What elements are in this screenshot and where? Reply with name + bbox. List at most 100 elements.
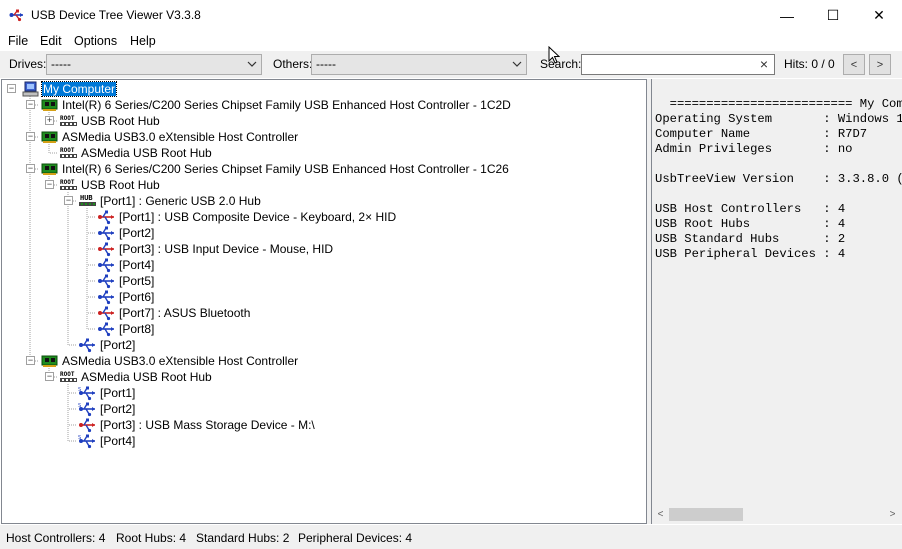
tree-node[interactable]: ROOT USB Root Hub	[59, 177, 161, 193]
tree-node[interactable]: HUB [Port1] : Generic USB 2.0 Hub	[78, 193, 262, 209]
scroll-right-icon[interactable]: >	[884, 507, 901, 522]
tree-node[interactable]: Intel(R) 6 Series/C200 Series Chipset Fa…	[40, 97, 512, 113]
collapse-icon[interactable]: −	[26, 356, 35, 365]
others-value: -----	[316, 57, 336, 71]
tree-node[interactable]: [Port1] : USB Composite Device - Keyboar…	[97, 209, 397, 225]
svg-text:S: S	[78, 435, 81, 441]
collapse-icon[interactable]: −	[45, 180, 54, 189]
svg-text:ROOT: ROOT	[60, 179, 75, 186]
tree-node[interactable]: [Port2]	[78, 337, 136, 353]
device-tree[interactable]: My Computer − Intel(R) 6 Series/C200 Serie…	[1, 79, 647, 524]
tree-node[interactable]: [Port8]	[97, 321, 155, 337]
tree-node[interactable]: S [Port2]	[78, 401, 136, 417]
tree-node[interactable]: [Port3] : USB Mass Storage Device - M:\	[78, 417, 316, 433]
tree-node[interactable]: ROOT USB Root Hub	[59, 113, 161, 129]
collapse-icon[interactable]: −	[26, 100, 35, 109]
collapse-icon[interactable]: −	[64, 196, 73, 205]
mouse-cursor-icon	[548, 46, 560, 64]
maximize-button[interactable]: ☐	[810, 0, 856, 31]
controller-icon	[40, 97, 59, 113]
expand-icon[interactable]: +	[45, 116, 54, 125]
tree-node-label: [Port1]	[100, 386, 136, 400]
tree-node-label: [Port5]	[119, 274, 155, 288]
usb-port-icon	[97, 273, 116, 289]
tree-node-label: [Port1] : USB Composite Device - Keyboar…	[119, 210, 397, 224]
collapse-icon[interactable]: −	[7, 84, 16, 93]
drives-label: Drives:	[9, 57, 47, 71]
usb3-port-icon: S	[78, 401, 97, 417]
tree-node-label: [Port4]	[119, 258, 155, 272]
chevron-down-icon	[247, 61, 257, 67]
tree-node[interactable]: ASMedia USB3.0 eXtensible Host Controlle…	[40, 353, 299, 369]
tree-node[interactable]: [Port3] : USB Input Device - Mouse, HID	[97, 241, 334, 257]
tree-node[interactable]: [Port7] : ASUS Bluetooth	[97, 305, 251, 321]
menu-edit[interactable]: Edit	[40, 34, 62, 48]
tree-node[interactable]: ASMedia USB3.0 eXtensible Host Controlle…	[40, 129, 299, 145]
tree-node-label: USB Root Hub	[81, 178, 160, 192]
drives-value: -----	[51, 57, 71, 71]
menu-file[interactable]: File	[8, 34, 28, 48]
details-text: ========================= My ComputerOpe…	[655, 97, 902, 262]
usb-app-icon	[9, 9, 23, 22]
root-hub-icon: ROOT	[59, 145, 78, 161]
collapse-icon[interactable]: −	[45, 372, 54, 381]
status-root-hubs: Root Hubs: 4	[116, 531, 187, 545]
controller-icon	[40, 161, 59, 177]
chevron-left-icon: <	[850, 58, 858, 71]
clear-search-icon[interactable]: ×	[757, 57, 771, 71]
tree-node-label: [Port1] : Generic USB 2.0 Hub	[100, 194, 261, 208]
scrollbar-thumb[interactable]	[669, 508, 743, 521]
previous-hit-button[interactable]: <	[843, 54, 865, 75]
tree-node[interactable]: [Port4]	[97, 257, 155, 273]
tree-node[interactable]: [Port6]	[97, 289, 155, 305]
details-line: USB Host Controllers : 4	[655, 202, 846, 216]
chevron-down-icon	[512, 61, 522, 67]
status-bar: Host Controllers: 4 Root Hubs: 4 Standar…	[0, 525, 902, 549]
menu-options[interactable]: Options	[74, 34, 117, 48]
close-button[interactable]: ✕	[856, 0, 902, 31]
scroll-left-icon[interactable]: <	[652, 507, 669, 522]
menu-bar: File Edit Options Help	[0, 31, 902, 51]
details-line: USB Standard Hubs : 2	[655, 232, 846, 246]
minimize-icon: —	[780, 7, 794, 24]
tree-node[interactable]: [Port2]	[97, 225, 155, 241]
controller-icon	[40, 353, 59, 369]
menu-help[interactable]: Help	[130, 34, 156, 48]
drives-dropdown[interactable]: -----	[46, 54, 262, 75]
usb-device-icon	[97, 241, 116, 257]
search-label: Search:	[540, 57, 582, 71]
details-line: USB Peripheral Devices : 4	[655, 247, 846, 261]
root-hub-icon: ROOT	[59, 113, 78, 129]
root-hub-icon: ROOT	[59, 369, 78, 385]
details-line	[655, 187, 902, 202]
tree-node[interactable]: S [Port4]	[78, 433, 136, 449]
usb3-port-icon: S	[78, 433, 97, 449]
details-line	[655, 157, 902, 172]
controller-icon	[40, 129, 59, 145]
tree-node[interactable]: Intel(R) 6 Series/C200 Series Chipset Fa…	[40, 161, 510, 177]
tree-node[interactable]: [Port5]	[97, 273, 155, 289]
minimize-button[interactable]: —	[764, 0, 810, 31]
details-line: Operating System : Windows 10	[655, 112, 902, 126]
others-dropdown[interactable]: -----	[311, 54, 527, 75]
svg-text:ROOT: ROOT	[60, 115, 75, 122]
usb-port-icon	[78, 337, 97, 353]
collapse-icon[interactable]: −	[26, 164, 35, 173]
svg-text:ROOT: ROOT	[60, 147, 75, 154]
tree-node-label: ASMedia USB Root Hub	[81, 370, 212, 384]
tree-node[interactable]: ROOT ASMedia USB Root Hub	[59, 145, 213, 161]
tree-node-label: USB Root Hub	[81, 114, 160, 128]
details-pane[interactable]: ========================= My ComputerOpe…	[651, 79, 902, 524]
next-hit-button[interactable]: >	[869, 54, 891, 75]
horizontal-scrollbar[interactable]: < >	[652, 506, 902, 523]
details-line: UsbTreeView Version : 3.3.8.0 (x	[655, 172, 902, 186]
usb-port-icon	[97, 257, 116, 273]
usb-port-icon	[97, 225, 116, 241]
search-input[interactable]: ×	[581, 54, 775, 75]
tree-node[interactable]: My Computer	[21, 81, 118, 97]
tree-node[interactable]: S [Port1]	[78, 385, 136, 401]
tree-node-label: My Computer	[40, 81, 118, 97]
collapse-icon[interactable]: −	[26, 132, 35, 141]
others-label: Others:	[273, 57, 313, 71]
tree-node[interactable]: ROOT ASMedia USB Root Hub	[59, 369, 213, 385]
